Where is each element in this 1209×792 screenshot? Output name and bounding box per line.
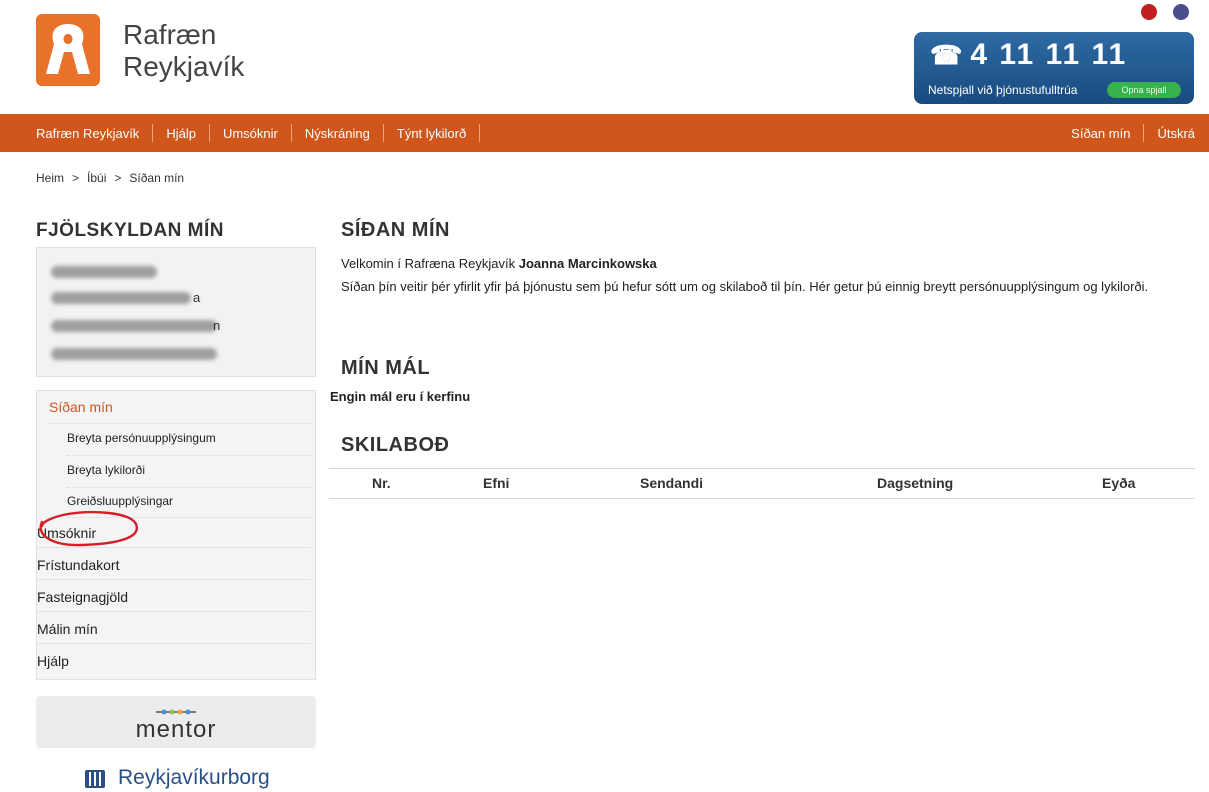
nav-rafraen-reykjavik[interactable]: Rafræn Reykjavík bbox=[36, 126, 139, 141]
sidebar-item-my-page[interactable]: Síðan mín bbox=[49, 399, 311, 424]
nav-divider bbox=[208, 124, 210, 142]
breadcrumb-home[interactable]: Heim bbox=[36, 171, 64, 185]
telephone-icon: ☎ bbox=[930, 40, 965, 70]
nav-help[interactable]: Hjálp bbox=[166, 126, 196, 141]
family-title: FJÖLSKYLDAN MÍN bbox=[36, 220, 224, 241]
welcome-message: Velkomin í Rafræna Reykjavík Joanna Marc… bbox=[341, 256, 657, 271]
chat-label: Netspjall við þjónustufulltrúa bbox=[928, 83, 1078, 97]
column-sender[interactable]: Sendandi bbox=[640, 475, 703, 491]
mentor-logo[interactable]: mentor bbox=[36, 696, 316, 748]
column-delete[interactable]: Eyða bbox=[1102, 475, 1135, 491]
main-navigation: Rafræn Reykjavík Hjálp Umsóknir Nýskráni… bbox=[0, 114, 1209, 152]
english-flag-icon[interactable] bbox=[1173, 4, 1189, 20]
nav-my-page[interactable]: Síðan mín bbox=[1071, 126, 1130, 141]
icelandic-flag-icon[interactable] bbox=[1141, 4, 1157, 20]
cases-title: MÍN MÁL bbox=[341, 357, 431, 379]
messages-title: SKILABOÐ bbox=[341, 434, 450, 456]
sidebar-item-leisure-card[interactable]: Frístundakort bbox=[37, 557, 311, 580]
intro-text: Síðan þín veitir þér yfirlit yfir þá þjó… bbox=[341, 279, 1149, 294]
sidebar-item-property-tax[interactable]: Fasteignagjöld bbox=[37, 589, 311, 612]
nav-divider bbox=[1143, 124, 1145, 142]
nav-divider bbox=[152, 124, 154, 142]
breadcrumb-separator: > bbox=[72, 171, 80, 185]
breadcrumb-separator: > bbox=[114, 171, 122, 185]
redacted-member-name bbox=[51, 266, 157, 278]
nav-right: Síðan mín Útskrá bbox=[1071, 114, 1195, 152]
no-cases-message: Engin mál eru í kerfinu bbox=[330, 389, 471, 404]
mentor-dots-icon bbox=[156, 709, 196, 715]
sidebar-item-edit-personal-info[interactable]: Breyta persónuupplýsingum bbox=[67, 431, 311, 456]
column-subject[interactable]: Efni bbox=[483, 475, 509, 491]
sidebar-item-change-password[interactable]: Breyta lykilorði bbox=[67, 463, 311, 488]
welcome-prefix: Velkomin í Rafræna Reykjavík bbox=[341, 256, 516, 271]
reykjavikurborg-logo-text[interactable]: Reykjavíkurborg bbox=[118, 766, 270, 790]
rafraen-reykjavik-logo-icon[interactable] bbox=[36, 14, 100, 86]
redacted-member-name bbox=[51, 348, 217, 360]
redacted-member-name bbox=[51, 320, 217, 332]
reykjavik-city-crest-icon bbox=[85, 770, 105, 788]
breadcrumb: Heim > Íbúi > Síðan mín bbox=[36, 171, 184, 185]
member-name-fragment: n bbox=[213, 318, 221, 333]
sidebar-item-help[interactable]: Hjálp bbox=[37, 653, 311, 675]
logo-text[interactable]: Rafræn Reykjavík bbox=[123, 19, 244, 83]
annotation-circle bbox=[39, 510, 139, 547]
nav-applications[interactable]: Umsóknir bbox=[223, 126, 278, 141]
messages-table-header: Nr. Efni Sendandi Dagsetning Eyða bbox=[329, 468, 1195, 499]
phone-number: ☎ 4 11 11 11 bbox=[930, 38, 1128, 71]
member-name-fragment: a bbox=[193, 290, 201, 305]
page-title: SÍÐAN MÍN bbox=[341, 219, 450, 241]
nav-logout[interactable]: Útskrá bbox=[1157, 126, 1195, 141]
nav-left: Rafræn Reykjavík Hjálp Umsóknir Nýskráni… bbox=[36, 114, 493, 152]
mentor-text: mentor bbox=[135, 716, 217, 743]
user-name: Joanna Marcinkowska bbox=[518, 256, 657, 271]
logo-line-1: Rafræn bbox=[123, 19, 217, 50]
column-number[interactable]: Nr. bbox=[372, 475, 391, 491]
nav-divider bbox=[290, 124, 292, 142]
nav-forgot-password[interactable]: Týnt lykilorð bbox=[397, 126, 466, 141]
nav-register[interactable]: Nýskráning bbox=[305, 126, 370, 141]
sidebar-item-my-cases[interactable]: Málin mín bbox=[37, 621, 311, 644]
redacted-member-name bbox=[51, 292, 191, 304]
nav-divider bbox=[382, 124, 384, 142]
logo-line-2: Reykjavík bbox=[123, 51, 245, 82]
nav-divider bbox=[479, 124, 481, 142]
column-date[interactable]: Dagsetning bbox=[877, 475, 953, 491]
breadcrumb-resident[interactable]: Íbúi bbox=[87, 171, 106, 185]
breadcrumb-current: Síðan mín bbox=[129, 171, 185, 185]
phone-contact-box: ☎ 4 11 11 11 Netspjall við þjónustufulltr… bbox=[914, 32, 1194, 104]
open-chat-button[interactable]: Opna spjall bbox=[1107, 82, 1181, 98]
family-members-box: a n bbox=[36, 247, 316, 377]
